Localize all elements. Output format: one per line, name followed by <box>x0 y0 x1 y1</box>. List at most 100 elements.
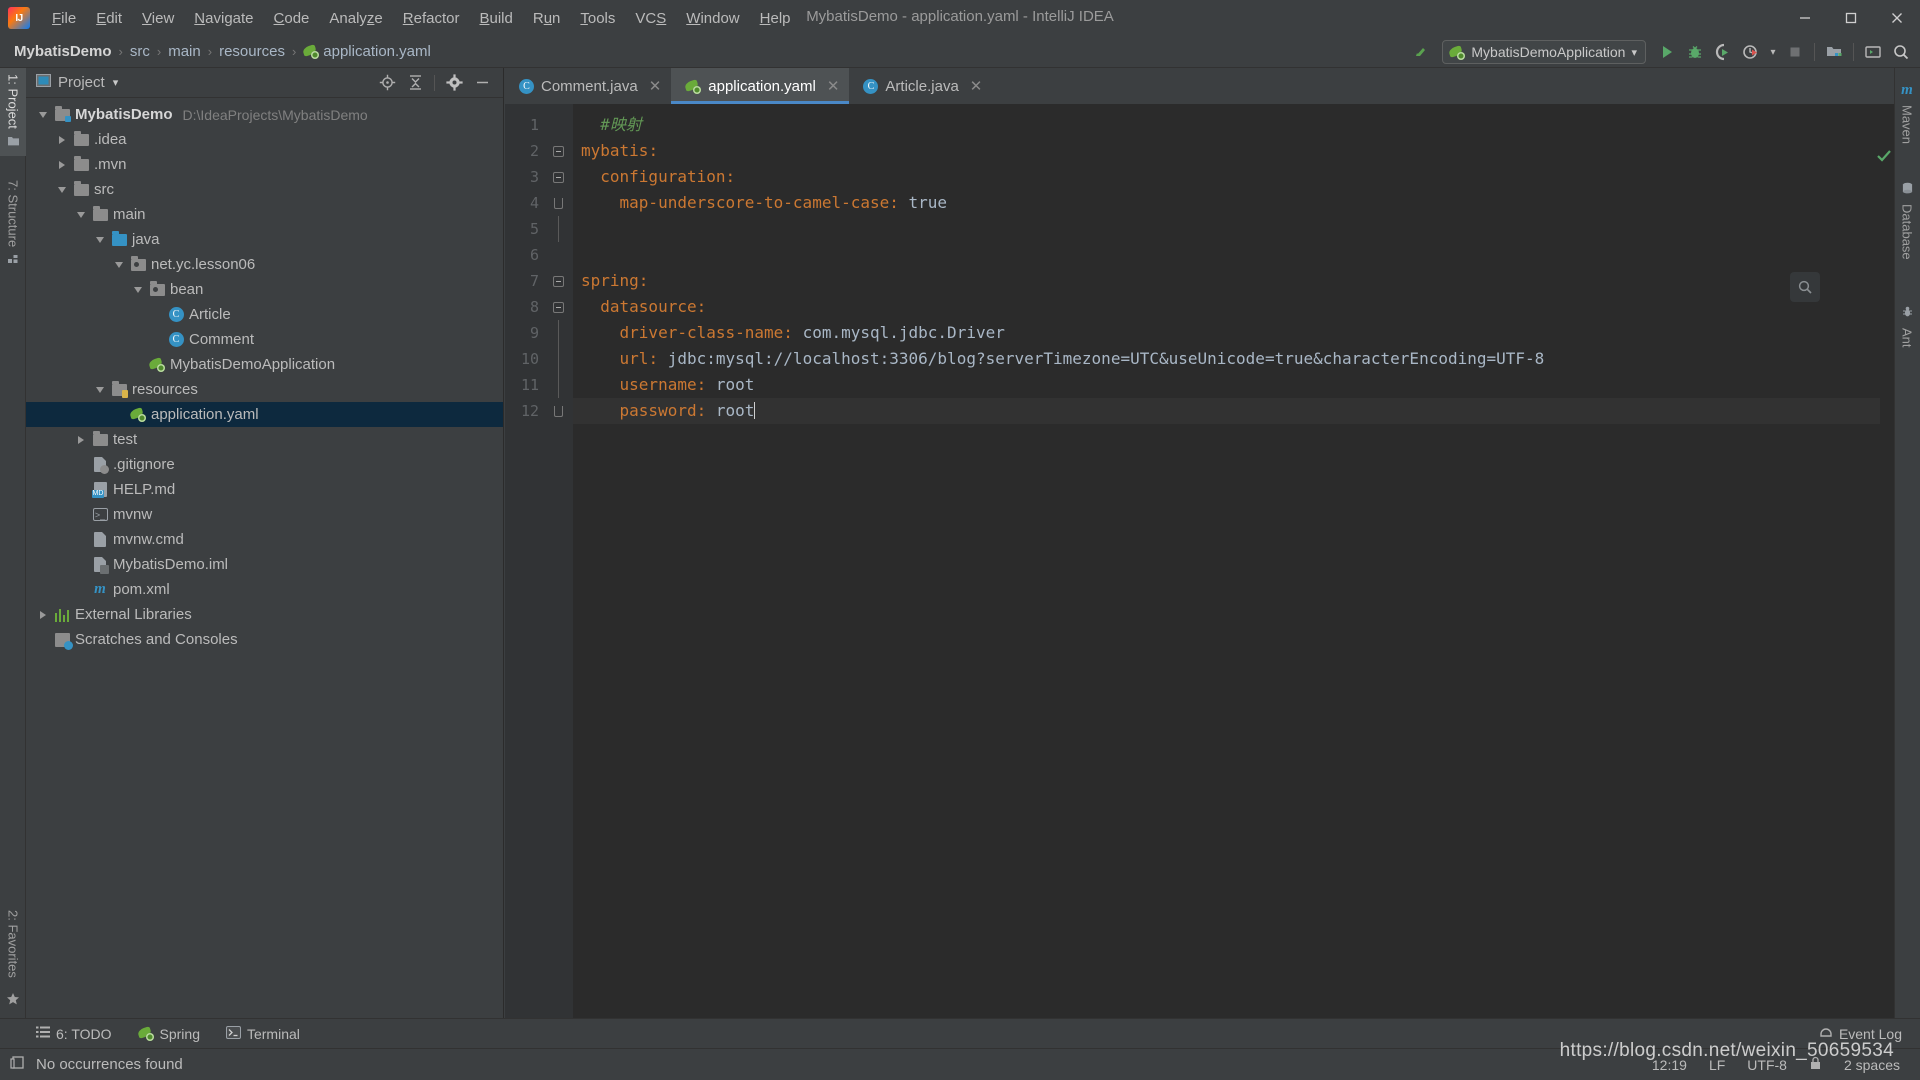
editor-tab-article-java[interactable]: C Article.java ✕ <box>849 68 992 104</box>
collapse-all-icon[interactable] <box>406 74 424 92</box>
code-line[interactable]: datasource: <box>573 294 1894 320</box>
editor-marker-rail[interactable] <box>1880 104 1894 1018</box>
tree-node-mybatisdemoapplication[interactable]: MybatisDemoApplication <box>26 352 503 377</box>
fold-collapse-icon[interactable] <box>543 164 573 190</box>
editor-code-area[interactable]: 1 2 3 4 5 6 7 8 9 10 11 12 #映射 mybatis: configuratio… <box>505 104 1894 1018</box>
tree-node--mvn[interactable]: .mvn <box>26 152 503 177</box>
tree-node-bean[interactable]: bean <box>26 277 503 302</box>
debug-button[interactable] <box>1682 39 1708 65</box>
collapse-arrow-icon[interactable] <box>91 377 109 402</box>
tree-node-scratches-and-consoles[interactable]: Scratches and Consoles <box>26 627 503 652</box>
editor-tab-application-yaml[interactable]: application.yaml ✕ <box>671 68 850 104</box>
fold-collapse-icon[interactable] <box>543 138 573 164</box>
code-line[interactable]: driver-class-name: com.mysql.jdbc.Driver <box>573 320 1894 346</box>
sidebar-item-ant[interactable]: Ant <box>1894 300 1920 354</box>
close-tab-icon[interactable]: ✕ <box>649 77 662 95</box>
collapse-arrow-icon[interactable] <box>34 102 52 127</box>
code-line[interactable]: mybatis: <box>573 138 1894 164</box>
code-line[interactable] <box>573 216 1894 242</box>
tree-node-comment[interactable]: C Comment <box>26 327 503 352</box>
tree-node-mvnw[interactable]: >_ mvnw <box>26 502 503 527</box>
expand-arrow-icon[interactable] <box>53 127 71 152</box>
tree-node-resources[interactable]: resources <box>26 377 503 402</box>
menu-item-vcs[interactable]: VCS <box>625 7 676 30</box>
collapse-arrow-icon[interactable] <box>110 252 128 277</box>
close-button[interactable] <box>1874 0 1920 36</box>
code-line[interactable]: configuration: <box>573 164 1894 190</box>
menu-item-tools[interactable]: Tools <box>570 7 625 30</box>
minimize-button[interactable] <box>1782 0 1828 36</box>
tree-node-test[interactable]: test <box>26 427 503 452</box>
code-line[interactable]: url: jdbc:mysql://localhost:3306/blog?se… <box>573 346 1894 372</box>
project-tree[interactable]: MybatisDemo D:\IdeaProjects\MybatisDemo .i… <box>26 98 503 1018</box>
search-everywhere-button[interactable] <box>1888 39 1914 65</box>
menu-item-refactor[interactable]: Refactor <box>393 7 470 30</box>
tool-window-spring[interactable]: Spring <box>138 1026 200 1042</box>
tree-node-help-md[interactable]: HELP.md <box>26 477 503 502</box>
tree-node-mybatisdemo[interactable]: MybatisDemo D:\IdeaProjects\MybatisDemo <box>26 102 503 127</box>
editor-inline-search-icon[interactable] <box>1790 272 1820 302</box>
make-project-icon[interactable] <box>1408 39 1434 65</box>
sidebar-item-project[interactable]: 1: Project <box>0 68 26 156</box>
breadcrumb-item-1[interactable]: src <box>130 43 150 60</box>
collapse-arrow-icon[interactable] <box>129 277 147 302</box>
tool-window-todo[interactable]: 6: TODO <box>36 1025 112 1042</box>
tree-node-external-libraries[interactable]: External Libraries <box>26 602 503 627</box>
maximize-button[interactable] <box>1828 0 1874 36</box>
collapse-arrow-icon[interactable] <box>72 202 90 227</box>
menu-item-analyze[interactable]: Analyze <box>319 7 392 30</box>
run-button[interactable] <box>1654 39 1680 65</box>
tool-window-terminal[interactable]: Terminal <box>225 1025 300 1042</box>
sidebar-item-favorites[interactable]: 2: Favorites <box>0 904 26 984</box>
editor-tab-comment-java[interactable]: C Comment.java ✕ <box>505 68 671 104</box>
menu-item-view[interactable]: View <box>132 7 184 30</box>
run-configuration-selector[interactable]: MybatisDemoApplication ▾ <box>1442 40 1646 64</box>
hide-panel-icon[interactable] <box>473 74 491 92</box>
code-line[interactable]: map-underscore-to-camel-case: true <box>573 190 1894 216</box>
menu-item-code[interactable]: Code <box>264 7 320 30</box>
code-content[interactable]: #映射 mybatis: configuration: map-underscor… <box>573 104 1894 1018</box>
file-encoding[interactable]: UTF-8 <box>1747 1057 1787 1073</box>
breadcrumb-item-2[interactable]: main <box>168 43 201 60</box>
code-line[interactable] <box>573 242 1894 268</box>
menu-item-edit[interactable]: Edit <box>86 7 132 30</box>
locate-file-icon[interactable] <box>378 74 396 92</box>
tree-node--gitignore[interactable]: .gitignore <box>26 452 503 477</box>
profile-button[interactable] <box>1738 39 1764 65</box>
project-panel-dropdown-icon[interactable]: ▾ <box>113 76 119 89</box>
sidebar-item-maven[interactable]: m Maven <box>1894 76 1920 150</box>
tree-node-article[interactable]: C Article <box>26 302 503 327</box>
expand-arrow-icon[interactable] <box>53 152 71 177</box>
breadcrumb-item-0[interactable]: MybatisDemo <box>14 43 112 60</box>
fold-end-icon[interactable] <box>543 190 573 216</box>
project-structure-button[interactable] <box>1821 39 1847 65</box>
tree-node-main[interactable]: main <box>26 202 503 227</box>
close-tab-icon[interactable]: ✕ <box>827 77 840 95</box>
close-tab-icon[interactable]: ✕ <box>970 77 983 95</box>
menu-item-help[interactable]: Help <box>750 7 801 30</box>
fold-end-icon[interactable] <box>543 398 573 424</box>
tree-node--idea[interactable]: .idea <box>26 127 503 152</box>
fold-collapse-icon[interactable] <box>543 268 573 294</box>
profile-dropdown-icon[interactable]: ▾ <box>1766 39 1780 65</box>
tree-node-mybatisdemo-iml[interactable]: MybatisDemo.iml <box>26 552 503 577</box>
tree-node-pom-xml[interactable]: m pom.xml <box>26 577 503 602</box>
fold-collapse-icon[interactable] <box>543 294 573 320</box>
menu-item-file[interactable]: File <box>42 7 86 30</box>
tree-node-application-yaml[interactable]: application.yaml <box>26 402 503 427</box>
inspection-ok-icon[interactable] <box>1876 148 1892 168</box>
chevron-down-icon[interactable]: ▾ <box>1631 46 1637 59</box>
code-line[interactable]: username: root <box>573 372 1894 398</box>
gear-icon[interactable] <box>445 74 463 92</box>
collapse-arrow-icon[interactable] <box>53 177 71 202</box>
expand-arrow-icon[interactable] <box>34 602 52 627</box>
breadcrumb-item-4[interactable]: application.yaml <box>323 43 431 60</box>
tree-node-src[interactable]: src <box>26 177 503 202</box>
menu-item-navigate[interactable]: Navigate <box>184 7 263 30</box>
sidebar-item-structure[interactable]: 7: Structure <box>0 174 26 274</box>
tree-node-java[interactable]: java <box>26 227 503 252</box>
menu-item-run[interactable]: Run <box>523 7 571 30</box>
run-with-coverage-button[interactable] <box>1710 39 1736 65</box>
tree-node-net-yc-lesson06[interactable]: net.yc.lesson06 <box>26 252 503 277</box>
menu-item-window[interactable]: Window <box>676 7 749 30</box>
